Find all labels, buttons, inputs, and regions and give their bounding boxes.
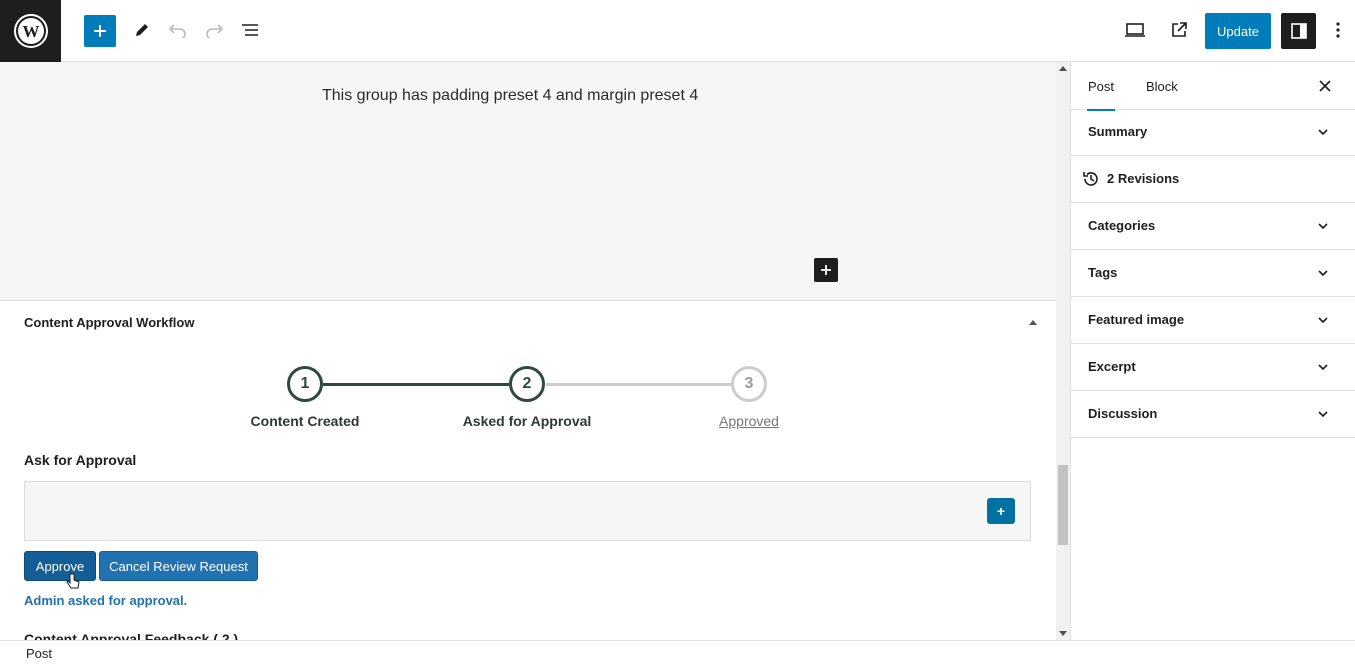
chevron-down-icon	[1318, 364, 1328, 371]
scroll-thumb[interactable]	[1058, 465, 1068, 545]
document-overview-button[interactable]	[234, 14, 266, 46]
chevron-down-icon	[1318, 129, 1328, 136]
undo-button[interactable]	[162, 14, 194, 46]
approval-request-field[interactable]: +	[24, 481, 1031, 541]
view-post-button[interactable]	[1163, 14, 1195, 46]
panel-excerpt[interactable]: Excerpt	[1071, 344, 1355, 391]
preview-device-button[interactable]	[1119, 14, 1151, 46]
add-block-button[interactable]	[84, 15, 116, 47]
redo-icon	[206, 24, 224, 38]
content-approval-metabox: Content Approval Workflow 1 2 3 Content …	[0, 300, 1056, 640]
scroll-up-icon[interactable]	[1059, 66, 1067, 71]
paragraph-block[interactable]: This group has padding preset 4 and marg…	[322, 83, 742, 109]
editor-canvas: This group has padding preset 4 and marg…	[0, 62, 1056, 300]
panel-featured-image[interactable]: Featured image	[1071, 297, 1355, 344]
hand-pointer-cursor-icon	[66, 573, 80, 589]
step-2-label: Asked for Approval	[462, 413, 592, 429]
ask-for-approval-heading: Ask for Approval	[24, 452, 137, 468]
chevron-down-icon	[1318, 411, 1328, 418]
panel-summary[interactable]: Summary	[1071, 109, 1355, 156]
settings-sidebar: Post Block Summary 2 Revisions Categorie…	[1070, 62, 1355, 640]
tab-post[interactable]: Post	[1087, 62, 1116, 111]
step-2-circle: 2	[509, 366, 545, 402]
chevron-down-icon	[1318, 223, 1328, 230]
wordpress-logo-icon[interactable]: W	[0, 0, 61, 62]
pencil-icon	[136, 24, 148, 36]
list-view-icon	[242, 24, 258, 36]
editor-footer: Post	[0, 640, 1355, 665]
approve-button[interactable]: Approve	[24, 551, 96, 581]
add-approver-button[interactable]: +	[987, 498, 1015, 524]
breadcrumb[interactable]: Post	[26, 646, 52, 661]
options-button[interactable]	[1322, 14, 1354, 46]
close-icon	[1319, 80, 1331, 92]
tools-button[interactable]	[126, 14, 158, 46]
plus-icon	[94, 25, 106, 37]
editor-toolbar: W Update	[0, 0, 1355, 62]
external-link-icon	[1172, 22, 1187, 37]
chevron-down-icon	[1318, 317, 1328, 324]
panel-summary-label: Summary	[1088, 124, 1148, 139]
panel-tags[interactable]: Tags	[1071, 250, 1355, 297]
panel-discussion-label: Discussion	[1088, 406, 1158, 421]
plus-icon	[821, 265, 831, 275]
sidebar-tabs: Post Block	[1071, 62, 1355, 111]
scroll-down-icon[interactable]	[1059, 631, 1067, 636]
collapse-arrow-icon[interactable]	[1029, 320, 1037, 325]
update-button[interactable]: Update	[1205, 13, 1271, 49]
step-1-circle: 1	[287, 366, 323, 402]
svg-text:W: W	[22, 22, 39, 41]
settings-button[interactable]	[1281, 13, 1316, 49]
panel-tags-label: Tags	[1088, 265, 1118, 280]
step-3-circle: 3	[731, 366, 767, 402]
revisions-label: 2 Revisions	[1107, 171, 1180, 186]
undo-icon	[168, 24, 186, 38]
sidebar-icon	[1290, 23, 1307, 39]
tab-block[interactable]: Block	[1146, 62, 1178, 110]
editor-scrollbar[interactable]	[1056, 62, 1070, 640]
cancel-review-request-button[interactable]: Cancel Review Request	[99, 551, 258, 581]
panel-excerpt-label: Excerpt	[1088, 359, 1136, 374]
step-1-label: Content Created	[250, 413, 360, 429]
desktop-icon	[1125, 23, 1145, 37]
more-vertical-icon	[1336, 22, 1340, 38]
panel-categories[interactable]: Categories	[1071, 203, 1355, 250]
panel-revisions[interactable]: 2 Revisions	[1071, 156, 1355, 203]
step-connector-done	[323, 383, 509, 386]
step-connector-pending	[546, 383, 733, 386]
close-sidebar-button[interactable]	[1315, 76, 1335, 96]
panel-featured-image-label: Featured image	[1088, 312, 1185, 327]
feedback-heading: Content Approval Feedback ( 2 )	[24, 631, 239, 640]
approval-status-note[interactable]: Admin asked for approval.	[24, 593, 187, 608]
chevron-down-icon	[1318, 270, 1328, 277]
metabox-title: Content Approval Workflow	[24, 315, 195, 330]
panel-categories-label: Categories	[1088, 218, 1156, 233]
block-inserter-button[interactable]	[814, 258, 838, 282]
step-3-label[interactable]: Approved	[659, 413, 839, 429]
history-icon	[1083, 172, 1098, 186]
redo-button[interactable]	[198, 14, 230, 46]
panel-discussion[interactable]: Discussion	[1071, 391, 1355, 438]
